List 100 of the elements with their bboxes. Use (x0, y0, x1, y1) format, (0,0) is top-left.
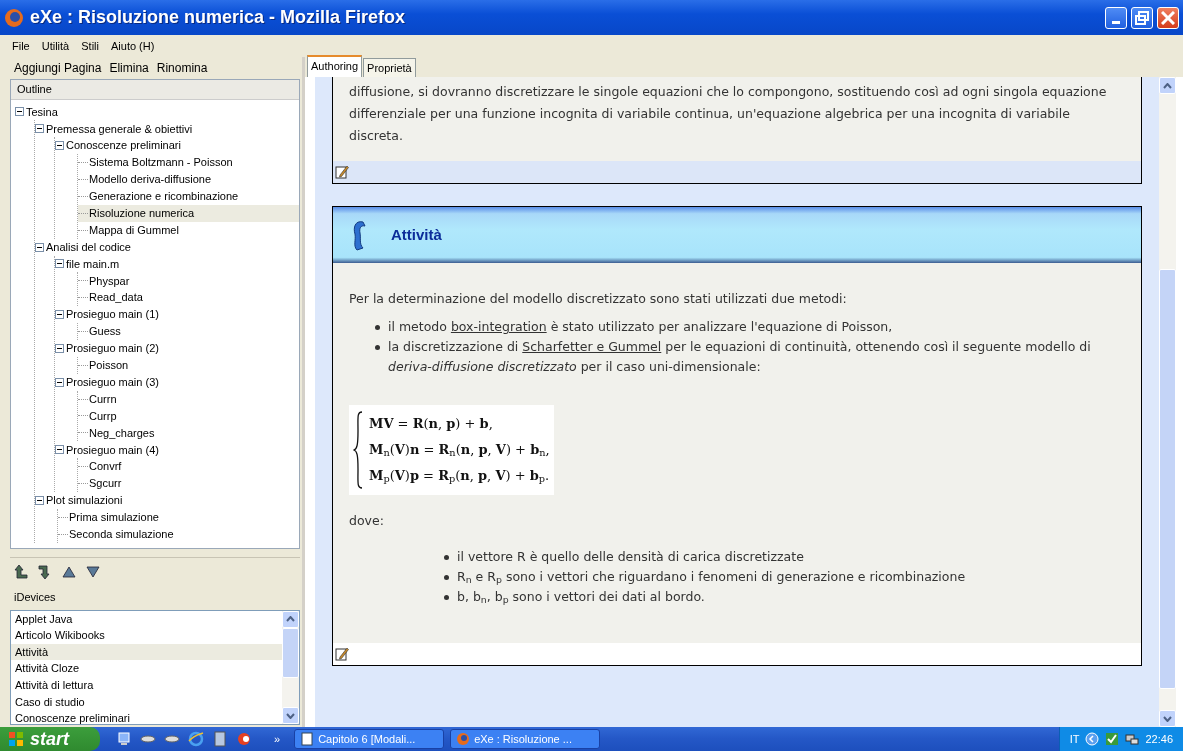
list-item[interactable]: Articolo Wikibooks (11, 627, 282, 644)
tree-item[interactable]: Prosieguo main (1) (66, 306, 159, 323)
promote-arrow-icon[interactable] (14, 563, 28, 580)
tree-item[interactable]: Risoluzione numerica (89, 205, 195, 222)
up-caret-icon (286, 616, 295, 622)
menu-item[interactable]: Stili (81, 37, 99, 55)
scroll-thumb[interactable] (282, 627, 299, 678)
collapse-icon[interactable] (55, 445, 64, 455)
scroll-down-button[interactable] (282, 707, 299, 724)
network-icon[interactable] (1125, 732, 1140, 746)
collapse-icon[interactable] (55, 310, 64, 320)
toolbar-button[interactable]: Rinomina (156, 59, 208, 77)
check-icon[interactable] (1105, 732, 1120, 746)
tree-item[interactable]: Mappa di Gummel (89, 221, 179, 239)
list-item: la discretizzazione di Scharfetter e Gummel per le equazioni di continuità, ottenendo così il seguente modello di deriva-diffusione discretizzato per il caso uni-dimensionale: (388, 338, 1092, 376)
list-item[interactable]: Caso di studio (11, 693, 282, 711)
language-indicator[interactable]: IT (1069, 730, 1080, 748)
link[interactable]: Scharfetter e Gummel (522, 339, 662, 354)
tree-item[interactable]: Read_data (89, 289, 143, 306)
panel-header: Outline (11, 80, 299, 100)
tree-item[interactable]: Poisson (89, 357, 129, 374)
paragraph: dove: (349, 512, 385, 530)
collapse-icon[interactable] (55, 141, 64, 151)
scrollbar[interactable] (282, 610, 299, 724)
menu-item[interactable]: Aiuto (H) (111, 37, 155, 55)
edit-icon[interactable] (335, 165, 349, 179)
overflow-chevron[interactable]: » (274, 730, 281, 748)
tree-item[interactable]: Sgcurr (89, 475, 122, 492)
firefox-logo-icon (4, 7, 24, 28)
collapse-icon[interactable] (15, 107, 24, 117)
tree-item[interactable]: Currp (89, 407, 117, 425)
brace-icon (353, 411, 363, 489)
tree-item[interactable]: Premessa generale & obiettivi (46, 120, 193, 138)
tree-item[interactable]: file main.m (66, 255, 120, 273)
desktop-icon[interactable] (116, 731, 132, 747)
collapse-icon[interactable] (35, 242, 44, 252)
up-caret-icon (1163, 82, 1172, 89)
collapse-icon[interactable] (55, 377, 64, 387)
tree-item[interactable]: Currn (89, 390, 117, 408)
tree-item[interactable]: Prosieguo main (4) (66, 441, 159, 458)
tree-item[interactable]: Conoscenze preliminari (66, 137, 181, 154)
browser-icon[interactable] (188, 731, 204, 747)
list-item[interactable]: Conoscenze preliminari (11, 710, 282, 724)
list-item[interactable]: Attività Cloze (11, 660, 282, 677)
tree-item[interactable]: Prosieguo main (2) (66, 340, 159, 357)
tree-item[interactable]: Prima simulazione (69, 509, 159, 526)
scroll-down-button[interactable] (1159, 710, 1176, 727)
list-item: R$_{n}$ e R$_{p}$ sono i vettori che riguardano i fenomeni di generazione e ricombinazione (457, 568, 966, 587)
down-caret-icon (286, 712, 295, 719)
scroll-up-button[interactable] (282, 610, 299, 628)
link[interactable]: box-integration (450, 319, 547, 334)
collapse-icon[interactable] (55, 343, 64, 353)
tree-item[interactable]: Sistema Boltzmann - Poisson (89, 154, 233, 171)
bullet-icon (375, 325, 380, 330)
firefox-logo-icon (456, 732, 471, 746)
paragraph: Per la determinazione del modello discretizzato sono stati utilizzati due metodi: (349, 290, 848, 308)
tree-item[interactable]: Convrf (89, 458, 122, 475)
scrollbar[interactable] (1159, 77, 1176, 727)
minimize-icon (1112, 20, 1120, 24)
restore-button[interactable] (1131, 6, 1153, 29)
activity-title: Attività (391, 224, 442, 245)
list-item[interactable]: Applet Java (11, 610, 282, 628)
tree-item[interactable]: Plot simulazioni (46, 492, 123, 509)
windows-logo-icon (8, 731, 24, 747)
taskbar-button[interactable]: Capitolo 6 [Modali... (294, 729, 445, 749)
tree-item[interactable]: Neg_charges (89, 424, 155, 442)
tree-item[interactable]: Prosieguo main (3) (66, 373, 159, 391)
calculator-icon[interactable] (212, 731, 228, 747)
tree-item[interactable]: Generazione e ricombinazione (89, 188, 239, 205)
start-button[interactable]: start (0, 727, 100, 751)
tree-item[interactable]: Physpar (89, 272, 130, 290)
list-item[interactable]: Attività (11, 643, 282, 661)
tree-item[interactable]: Tesina (26, 103, 58, 121)
list-item[interactable]: Attività di lettura (11, 676, 282, 694)
menu-item[interactable]: File (12, 37, 30, 55)
equation: M$_{n}$(V)n = R$_{n}$(n, p, V) + b$_{n}$, (369, 441, 550, 460)
tree-item[interactable]: Guess (89, 323, 121, 340)
collapse-icon[interactable] (35, 124, 44, 134)
collapse-icon[interactable] (35, 495, 44, 505)
tab[interactable]: Proprietà (363, 57, 416, 77)
menu-item[interactable]: Utilità (41, 37, 70, 55)
minimize-button[interactable] (1105, 6, 1127, 29)
collapse-icon[interactable] (55, 259, 64, 269)
toolbar-button[interactable]: Elimina (109, 59, 149, 77)
app-icon[interactable] (236, 731, 252, 747)
move-down-icon[interactable] (86, 564, 100, 579)
tab[interactable]: Authoring (307, 54, 363, 77)
tree-item[interactable]: Seconda simulazione (69, 525, 174, 543)
taskbar-button[interactable]: eXe : Risoluzione ... (450, 729, 601, 749)
scroll-thumb[interactable] (1159, 269, 1176, 689)
tree-item-highlight[interactable]: Risoluzione numerica (78, 204, 299, 222)
tree-item[interactable]: Modello deriva-diffusione (89, 171, 212, 188)
edit-icon[interactable] (335, 647, 349, 661)
move-up-icon[interactable] (62, 564, 76, 579)
scroll-up-button[interactable] (1159, 77, 1176, 94)
demote-arrow-icon[interactable] (38, 563, 52, 580)
tree-item[interactable]: Analisi del codice (46, 238, 131, 256)
close-button[interactable] (1157, 6, 1179, 29)
list-item: il metodo box-integration è stato utilizzato per analizzare l'equazione di Poisson, (388, 318, 893, 336)
toolbar-button[interactable]: Aggiungi Pagina (14, 59, 102, 77)
